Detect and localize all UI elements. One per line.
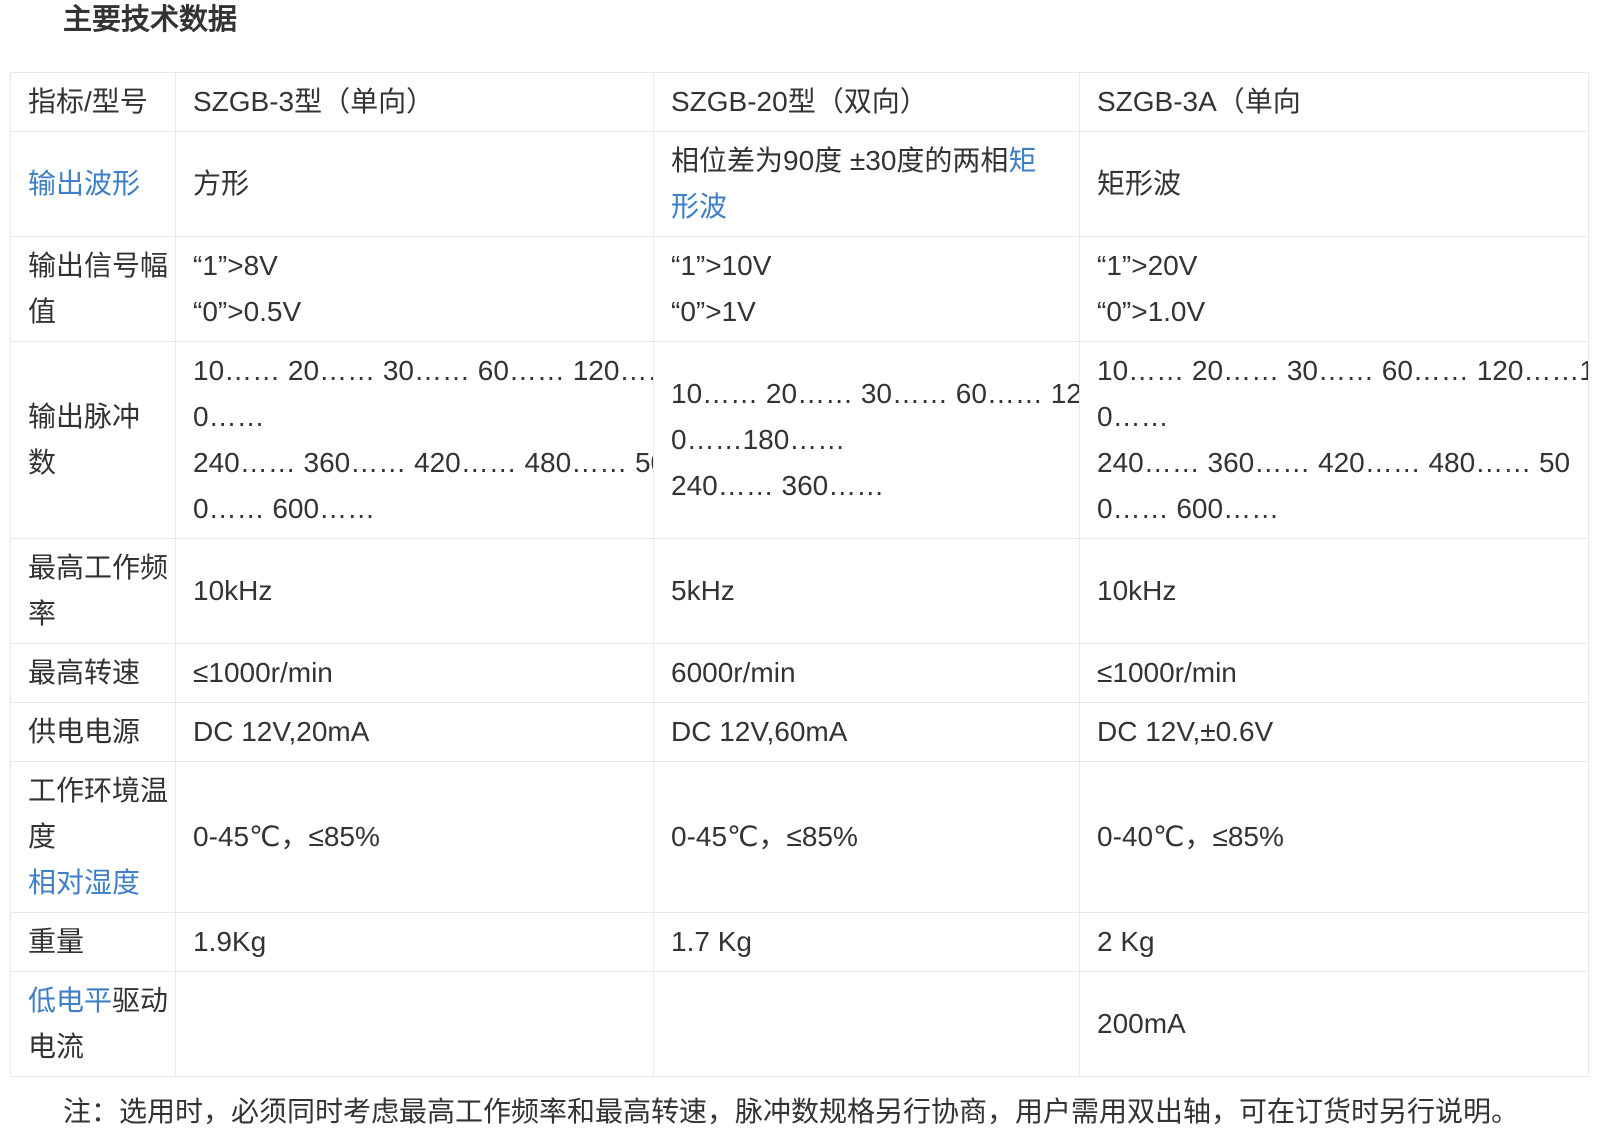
amplitude-szgb20-low: “0”>1V xyxy=(671,289,1062,335)
amplitude-label-line1: 输出信号幅 xyxy=(28,243,158,289)
header-szgb20: SZGB-20型（双向） xyxy=(654,73,1080,132)
amplitude-szgb20-value: “1”>10V “0”>1V xyxy=(654,237,1080,342)
table-row-amplitude: 输出信号幅 值 “1”>8V “0”>0.5V “1”>10V “0”>1V “… xyxy=(11,237,1589,342)
weight-szgb3a-value: 2 Kg xyxy=(1080,913,1589,972)
weight-szgb3-value: 1.9Kg xyxy=(176,913,654,972)
drive-current-szgb3-value xyxy=(176,972,654,1077)
pulse-szgb20-value: 10…… 20…… 30…… 60…… 12 0……180…… 240…… 36… xyxy=(654,342,1080,539)
pulse-szgb20-line3: 240…… 360…… xyxy=(671,463,1062,509)
drive-current-szgb20-value xyxy=(654,972,1080,1077)
table-row-max-speed: 最高转速 ≤1000r/min 6000r/min ≤1000r/min xyxy=(11,644,1589,703)
power-szgb3a-value: DC 12V,±0.6V xyxy=(1080,703,1589,762)
drive-current-label-line2: 电流 xyxy=(28,1024,158,1070)
header-szgb3: SZGB-3型（单向） xyxy=(176,73,654,132)
pulse-szgb3a-line2: 0…… xyxy=(1097,394,1571,440)
pulse-szgb3-line1: 10…… 20…… 30…… 60…… 120……18 xyxy=(193,348,636,394)
low-level-link[interactable]: 低电平 xyxy=(28,985,112,1016)
table-row-waveform: 输出波形 方形 相位差为90度 ±30度的两相矩形波 矩形波 xyxy=(11,132,1589,237)
power-label-cell: 供电电源 xyxy=(11,703,176,762)
pulse-szgb20-line2: 0……180…… xyxy=(671,417,1062,463)
table-row-power-supply: 供电电源 DC 12V,20mA DC 12V,60mA DC 12V,±0.6… xyxy=(11,703,1589,762)
waveform-szgb3-value: 方形 xyxy=(176,132,654,237)
table-row-pulse-count: 输出脉冲数 10…… 20…… 30…… 60…… 120……18 0…… 24… xyxy=(11,342,1589,539)
amplitude-szgb3-high: “1”>8V xyxy=(193,243,636,289)
pulse-label-cell: 输出脉冲数 xyxy=(11,342,176,539)
waveform-szgb3a-value: 矩形波 xyxy=(1080,132,1589,237)
drive-current-label-rest: 驱动 xyxy=(112,985,168,1016)
drive-current-label-cell: 低电平驱动 电流 xyxy=(11,972,176,1077)
table-row-header: 指标/型号 SZGB-3型（单向） SZGB-20型（双向） SZGB-3A（单… xyxy=(11,73,1589,132)
max-freq-szgb3a-value: 10kHz xyxy=(1080,539,1589,644)
max-freq-label-line1: 最高工作频 xyxy=(28,545,158,591)
pulse-szgb3a-value: 10…… 20…… 30…… 60…… 120……18 0…… 240…… 36… xyxy=(1080,342,1589,539)
amplitude-szgb3a-low: “0”>1.0V xyxy=(1097,289,1571,335)
pulse-szgb3-line4: 0…… 600…… xyxy=(193,486,636,532)
max-speed-szgb20-value: 6000r/min xyxy=(654,644,1080,703)
environment-label-line1: 工作环境温 xyxy=(28,768,158,814)
power-szgb3-value: DC 12V,20mA xyxy=(176,703,654,762)
weight-label-cell: 重量 xyxy=(11,913,176,972)
max-freq-label-cell: 最高工作频 率 xyxy=(11,539,176,644)
waveform-szgb20-text: 相位差为90度 ±30度的两相 xyxy=(671,145,1008,176)
pulse-szgb20-line1: 10…… 20…… 30…… 60…… 12 xyxy=(671,371,1062,417)
power-szgb20-value: DC 12V,60mA xyxy=(654,703,1080,762)
relative-humidity-link[interactable]: 相对湿度 xyxy=(28,867,140,898)
max-freq-szgb20-value: 5kHz xyxy=(654,539,1080,644)
page: 主要技术数据 指标/型号 SZGB-3型（单向） SZGB-20型（双向） SZ… xyxy=(0,0,1605,1133)
table-row-environment: 工作环境温 度 相对湿度 0-45℃，≤85% 0-45℃，≤85% 0-40℃… xyxy=(11,762,1589,913)
environment-szgb20-value: 0-45℃，≤85% xyxy=(654,762,1080,913)
pulse-szgb3-line3: 240…… 360…… 420…… 480…… 50 xyxy=(193,440,636,486)
table-row-weight: 重量 1.9Kg 1.7 Kg 2 Kg xyxy=(11,913,1589,972)
header-szgb3a: SZGB-3A（单向 xyxy=(1080,73,1589,132)
environment-label-cell: 工作环境温 度 相对湿度 xyxy=(11,762,176,913)
header-indicator-model: 指标/型号 xyxy=(11,73,176,132)
weight-szgb20-value: 1.7 Kg xyxy=(654,913,1080,972)
amplitude-szgb3a-value: “1”>20V “0”>1.0V xyxy=(1080,237,1589,342)
max-freq-label-line2: 率 xyxy=(28,591,158,637)
max-freq-szgb3-value: 10kHz xyxy=(176,539,654,644)
waveform-label-cell: 输出波形 xyxy=(11,132,176,237)
waveform-label-link[interactable]: 输出波形 xyxy=(28,168,140,199)
amplitude-szgb3-low: “0”>0.5V xyxy=(193,289,636,335)
page-title: 主要技术数据 xyxy=(0,0,1605,38)
pulse-szgb3-line2: 0…… xyxy=(193,394,636,440)
pulse-szgb3a-line4: 0…… 600…… xyxy=(1097,486,1571,532)
pulse-szgb3a-line3: 240…… 360…… 420…… 480…… 50 xyxy=(1097,440,1571,486)
environment-szgb3-value: 0-45℃，≤85% xyxy=(176,762,654,913)
waveform-szgb20-value: 相位差为90度 ±30度的两相矩形波 xyxy=(654,132,1080,237)
table-row-max-frequency: 最高工作频 率 10kHz 5kHz 10kHz xyxy=(11,539,1589,644)
max-speed-szgb3a-value: ≤1000r/min xyxy=(1080,644,1589,703)
amplitude-label-cell: 输出信号幅 值 xyxy=(11,237,176,342)
amplitude-szgb3-value: “1”>8V “0”>0.5V xyxy=(176,237,654,342)
pulse-szgb3-value: 10…… 20…… 30…… 60…… 120……18 0…… 240…… 36… xyxy=(176,342,654,539)
max-speed-szgb3-value: ≤1000r/min xyxy=(176,644,654,703)
environment-label-line2: 度 xyxy=(28,814,158,860)
pulse-szgb3a-line1: 10…… 20…… 30…… 60…… 120……18 xyxy=(1097,348,1571,394)
environment-szgb3a-value: 0-40℃，≤85% xyxy=(1080,762,1589,913)
footnote: 注：选用时，必须同时考虑最高工作频率和最高转速，脉冲数规格另行协商，用户需用双出… xyxy=(63,1091,1605,1133)
drive-current-szgb3a-value: 200mA xyxy=(1080,972,1589,1077)
amplitude-szgb20-high: “1”>10V xyxy=(671,243,1062,289)
table-row-drive-current: 低电平驱动 电流 200mA xyxy=(11,972,1589,1077)
spec-table: 指标/型号 SZGB-3型（单向） SZGB-20型（双向） SZGB-3A（单… xyxy=(10,72,1589,1077)
amplitude-szgb3a-high: “1”>20V xyxy=(1097,243,1571,289)
max-speed-label-cell: 最高转速 xyxy=(11,644,176,703)
amplitude-label-line2: 值 xyxy=(28,289,158,335)
